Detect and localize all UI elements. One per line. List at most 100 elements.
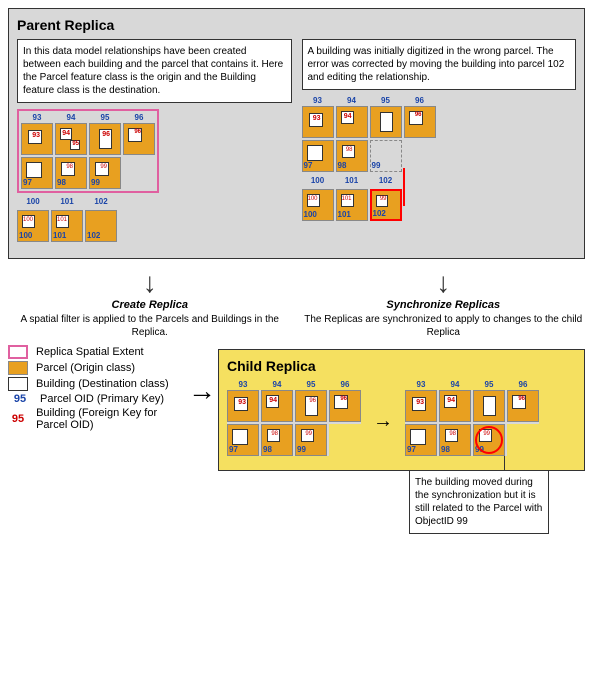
- building-96: 96: [128, 128, 142, 142]
- legend-white-box: [8, 377, 28, 391]
- legend-building-label: Building (Destination class): [36, 378, 169, 390]
- cr-pnum-94: 94: [439, 380, 471, 389]
- rpnum-93: 93: [302, 96, 334, 105]
- pid-100: 100: [19, 232, 32, 240]
- cr-building-94: 94: [444, 395, 457, 408]
- cr-pnum-93: 93: [405, 380, 437, 389]
- bottom-area: Replica Spatial Extent Parcel (Origin cl…: [8, 345, 585, 471]
- r-bid-98: 98: [346, 147, 353, 153]
- legend-replica-extent: Replica Spatial Extent: [8, 345, 188, 359]
- pnum-101: 101: [51, 197, 83, 206]
- r-bid-94: 94: [344, 113, 352, 120]
- info-box-1: In this data model relationships have be…: [17, 39, 292, 103]
- r-pid-100: 100: [304, 211, 317, 219]
- c-parcel-97: 97: [227, 424, 259, 456]
- cr-parcel-97: 97: [405, 424, 437, 456]
- legend-parcel-oid-label: Parcel OID (Primary Key): [40, 393, 164, 405]
- parcel-99: 99 99: [89, 157, 121, 189]
- cr-bid-94: 94: [447, 397, 455, 404]
- r-parcel-101: 101 101: [336, 189, 368, 221]
- parent-right-grid: 93 94 96: [302, 106, 577, 172]
- child-title: Child Replica: [227, 358, 576, 374]
- r-building-95: [380, 112, 393, 132]
- pid-99: 99: [91, 179, 100, 187]
- r-parcel-97: 97: [302, 140, 334, 172]
- parcel-96: 96: [123, 123, 155, 155]
- pnum-102l: 102: [85, 197, 117, 206]
- bid-94: 94: [62, 130, 70, 137]
- parcel-94: 94 95: [55, 123, 87, 155]
- parent-replica-section: Parent Replica In this data model relati…: [8, 8, 585, 259]
- lower-right-parcels: 100 100 101 101: [302, 189, 577, 221]
- building-99: 99: [95, 162, 109, 176]
- pid-101: 101: [53, 232, 66, 240]
- c-parcel-96: 96: [329, 390, 361, 422]
- pnum-93: 93: [21, 113, 53, 122]
- bid-98: 98: [66, 164, 73, 170]
- pid-98: 98: [57, 179, 66, 187]
- cr-pnum-95: 95: [473, 380, 505, 389]
- r-bid-96: 96: [415, 112, 422, 118]
- parcel-97: 97: [21, 157, 53, 189]
- r-pid-101: 101: [338, 211, 351, 219]
- rpnum-94: 94: [336, 96, 368, 105]
- cr-parcel-96: 96: [507, 390, 539, 422]
- child-right-grid: 93 94: [405, 390, 539, 456]
- bid-99: 99: [100, 164, 107, 170]
- c-building-99: 99: [301, 429, 314, 442]
- building-100: 100: [22, 215, 35, 228]
- info-box-2: A building was initially digitized in th…: [302, 39, 577, 90]
- r-parcel-102: 102 99: [370, 189, 402, 221]
- cr-pid-97: 97: [407, 446, 416, 454]
- create-replica-desc: A spatial filter is applied to the Parce…: [8, 313, 292, 339]
- c-parcel-95: 96: [295, 390, 327, 422]
- parent-left-grid: 93 94 95: [21, 123, 155, 189]
- bid-93: 93: [32, 132, 40, 139]
- c-pid-97: 97: [229, 446, 238, 454]
- r-building-98: 98: [342, 145, 355, 158]
- c-pid-99: 99: [297, 446, 306, 454]
- bid-96: 96: [134, 129, 141, 135]
- cr-bid-96: 96: [518, 396, 525, 402]
- pnum-100: 100: [17, 197, 49, 206]
- child-replica-section: Child Replica 93 94 95 96: [218, 349, 585, 471]
- legend-building-fk-num: 95: [8, 413, 28, 425]
- child-with-arrow: → Child Replica 93 94 95 96: [188, 345, 585, 471]
- lower-left-grid: 100 101 102 100 100: [17, 197, 292, 242]
- child-grids-row: 93 94 95 96 93: [227, 380, 576, 462]
- sync-replicas-box: ↓ Synchronize Replicas The Replicas are …: [302, 267, 586, 339]
- c-parcel-94: 94: [261, 390, 293, 422]
- legend-building: Building (Destination class): [8, 377, 188, 391]
- r-parcel-99-dashed: 99: [370, 140, 402, 172]
- child-left-grid-area: 93 94 95 96 93: [227, 380, 361, 456]
- cr-building-93: 93: [412, 397, 426, 411]
- building-94: 94: [60, 128, 72, 140]
- c-bid-95: 96: [309, 398, 316, 404]
- parcel-101: 101 101: [51, 210, 83, 242]
- parcel-98: 98 98: [55, 157, 87, 189]
- building-98: 98: [61, 162, 75, 176]
- right-grid-area: 93 94 95 96 93 94: [302, 96, 577, 221]
- r-bid-101: 101: [341, 196, 351, 202]
- cpnum-93: 93: [227, 380, 259, 389]
- cr-pid-98: 98: [441, 446, 450, 454]
- cr-parcel-empty: [507, 424, 539, 456]
- cr-bid-98: 98: [449, 431, 456, 437]
- r-parcel-93: 93: [302, 106, 334, 138]
- c-parcel-93: 93: [227, 390, 259, 422]
- building-101: 101: [56, 215, 69, 228]
- building-97: [26, 162, 42, 178]
- r-pid-99: 99: [372, 162, 381, 170]
- r-building-96: 96: [409, 111, 423, 125]
- legend-building-fk-label: Building (Foreign Key for Parcel OID): [36, 407, 188, 431]
- legend-parcel-oid: 95 Parcel OID (Primary Key): [8, 393, 188, 405]
- left-col: In this data model relationships have be…: [17, 39, 292, 242]
- r-bid-100: 100: [307, 196, 317, 202]
- cr-parcel-94: 94: [439, 390, 471, 422]
- right-area: → Child Replica 93 94 95 96: [188, 345, 585, 471]
- r-building-97: [307, 145, 323, 161]
- c-parcel-98: 98 98: [261, 424, 293, 456]
- legend-parcel-oid-num: 95: [8, 393, 32, 405]
- r-building-94: 94: [341, 111, 354, 124]
- r-parcel-94: 94: [336, 106, 368, 138]
